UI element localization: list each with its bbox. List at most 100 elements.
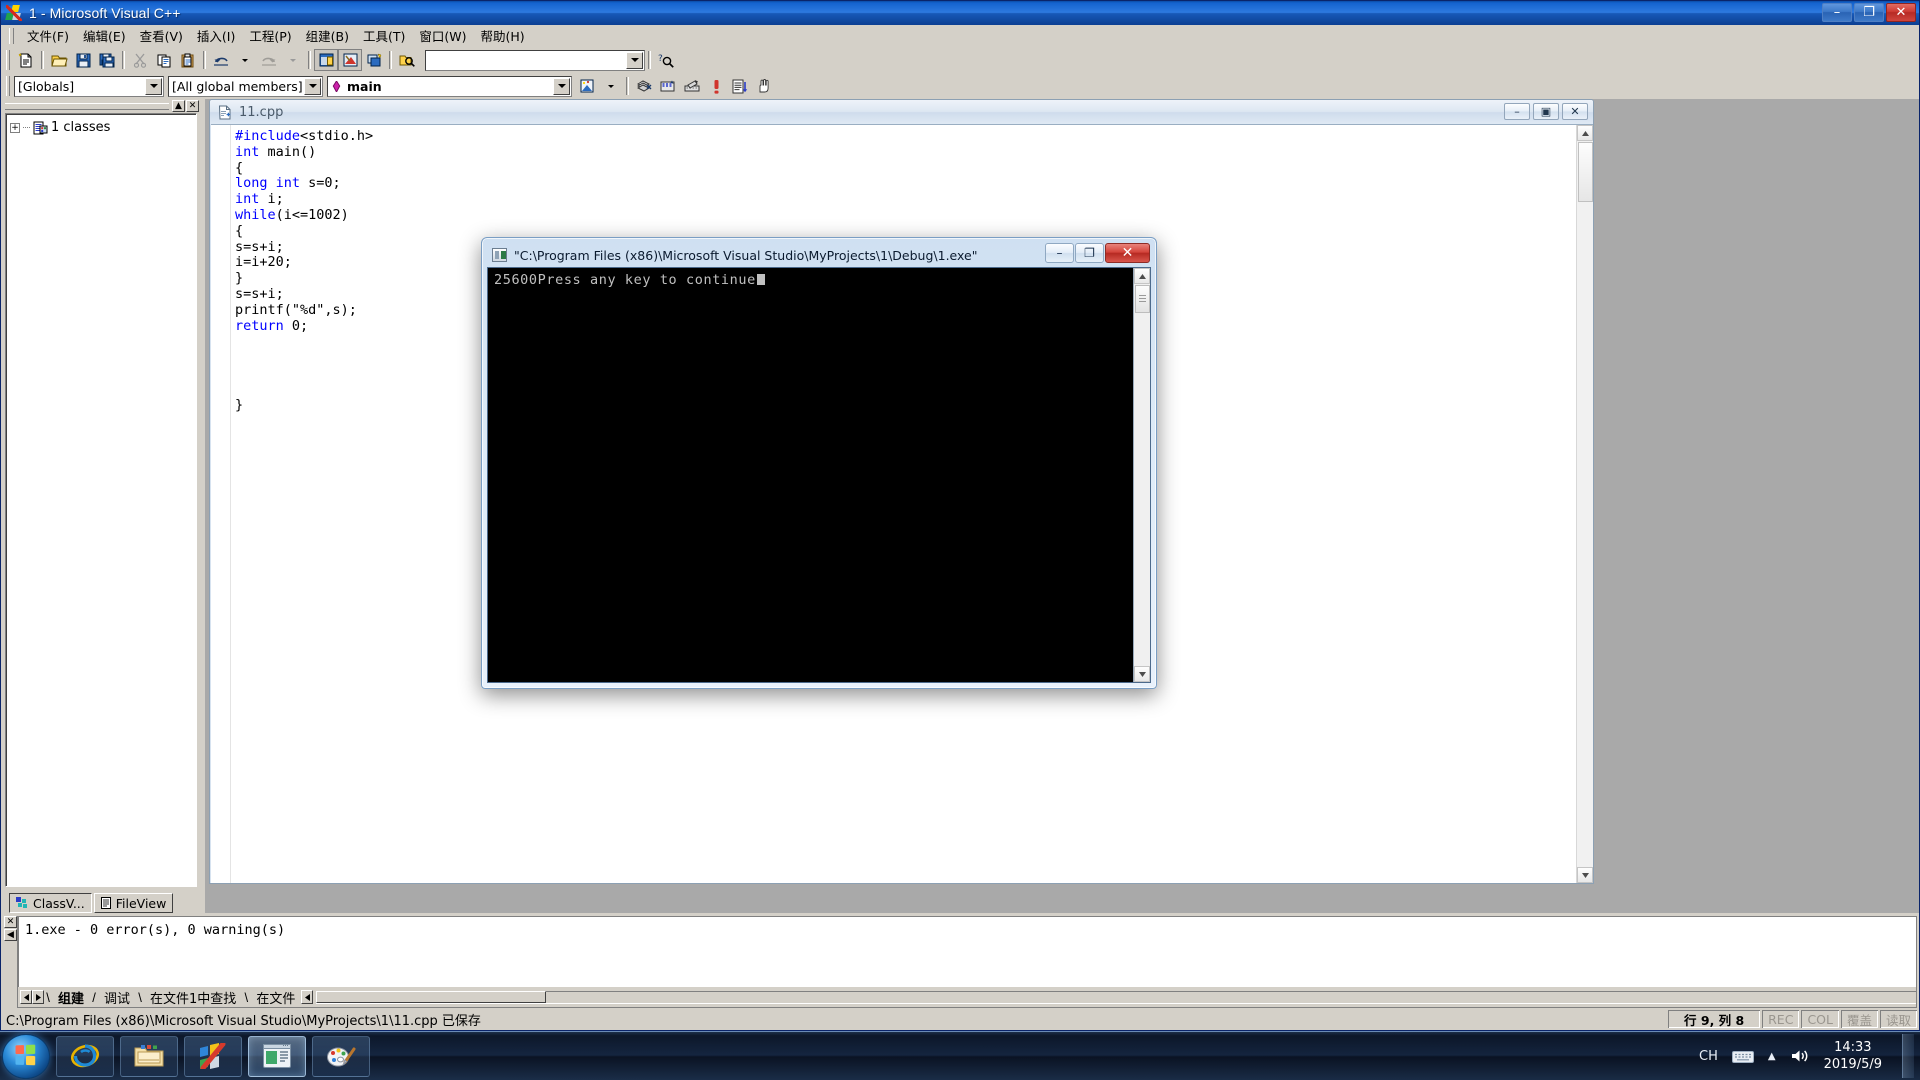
function-combo[interactable]: main [327,75,572,97]
stop-build-icon[interactable] [704,75,728,97]
open-folder-icon[interactable] [47,49,71,71]
output-tabs-scroll-left[interactable] [301,990,314,1004]
console-output-text[interactable]: 25600Press any key to continue [488,268,1133,682]
code-keyword: long int [235,175,301,192]
volume-icon[interactable] [1790,1048,1810,1064]
find-combo-arrow-icon[interactable] [626,51,643,69]
start-button[interactable] [2,1033,50,1079]
close-button[interactable]: ✕ [1886,3,1916,22]
output-tabs-next-button[interactable] [32,990,44,1004]
tree-item-classes[interactable]: + 1 classes [10,120,192,135]
workspace-collapse-button[interactable]: ▲ [172,100,185,112]
editor-close-button[interactable]: ✕ [1562,103,1588,120]
find-help-icon[interactable]: ? [654,49,678,71]
redo-icon[interactable] [257,49,281,71]
console-minimize-button[interactable]: – [1045,243,1074,263]
members-combo[interactable]: [All global members] [168,75,323,97]
redo-dropdown-icon[interactable] [281,49,305,71]
editor-vertical-scrollbar[interactable] [1576,125,1593,883]
menu-window[interactable]: 窗口(W) [412,24,473,47]
menu-help[interactable]: 帮助(H) [474,24,532,47]
execute-program-icon[interactable] [752,75,776,97]
show-hidden-icons-button[interactable]: ▲ [1768,1051,1776,1062]
editor-maximize-button[interactable]: ▣ [1533,103,1559,120]
taskbar-item-internet-explorer[interactable] [56,1035,114,1077]
menu-file[interactable]: 文件(F) [20,24,76,47]
console-window[interactable]: "C:\Program Files (x86)\Microsoft Visual… [481,237,1157,689]
find-combo[interactable] [425,49,645,71]
show-desktop-button[interactable] [1902,1034,1914,1078]
rebuild-all-icon[interactable] [680,75,704,97]
taskbar-item-paint[interactable] [312,1035,370,1077]
function-combo-arrow-icon[interactable] [553,77,570,95]
menu-insert[interactable]: 插入(I) [190,24,242,47]
wizardbar-grip[interactable] [6,76,10,96]
output-tab-debug[interactable]: 调试 [98,988,136,1007]
scope-combo-arrow-icon[interactable] [145,77,162,95]
editor-caption-bar: 11.cpp – ▣ ✕ [210,100,1593,124]
scroll-up-button[interactable] [1577,125,1593,141]
workspace-drag-bar[interactable] [5,102,169,110]
console-maximize-button[interactable]: ❐ [1075,243,1104,263]
copy-icon[interactable] [152,49,176,71]
save-icon[interactable] [71,49,95,71]
paste-icon[interactable] [176,49,200,71]
clock[interactable]: 14:33 2019/5/9 [1824,1039,1882,1073]
console-scroll-up-button[interactable] [1134,268,1150,284]
output-collapse-button[interactable]: ◀ [4,929,17,941]
class-view-tree[interactable]: + 1 classes [5,113,197,887]
undo-dropdown-icon[interactable] [233,49,257,71]
build-output-text[interactable]: 1.exe - 0 error(s), 0 warning(s) [18,917,1916,987]
build-icon[interactable] [656,75,680,97]
workspace-tab-classview[interactable]: ClassV... [9,893,92,913]
output-icon[interactable] [338,49,362,71]
menu-view[interactable]: 查看(V) [133,24,190,47]
cut-icon[interactable] [128,49,152,71]
tree-expander-icon[interactable]: + [10,122,20,133]
output-tab-find-in-files-1[interactable]: 在文件1中查找 [144,988,242,1007]
console-scroll-thumb[interactable] [1134,285,1150,313]
editor-scroll-thumb[interactable] [1577,142,1593,202]
menu-tools[interactable]: 工具(T) [356,24,412,47]
window-title: 1 - Microsoft Visual C++ [29,5,181,21]
scroll-down-button[interactable] [1577,867,1593,883]
members-combo-arrow-icon[interactable] [304,77,321,95]
output-tabs-prev-button[interactable] [20,990,32,1004]
scope-combo[interactable]: [Globals] [14,75,164,97]
menu-project[interactable]: 工程(P) [242,24,298,47]
workspace-icon[interactable] [314,49,338,71]
workspace-close-button[interactable]: ✕ [186,100,199,112]
wizardbar-dropdown-icon[interactable] [599,75,623,97]
compile-icon[interactable] [632,75,656,97]
selection-margin[interactable] [211,125,231,883]
taskbar-item-explorer[interactable] [120,1035,178,1077]
input-method-indicator[interactable]: CH [1699,1049,1718,1064]
maximize-button[interactable]: ❐ [1854,3,1884,22]
minimize-button[interactable]: – [1822,3,1852,22]
new-text-file-icon[interactable] [14,49,38,71]
output-close-button[interactable]: ✕ [4,916,17,928]
find-in-files-icon[interactable] [395,49,419,71]
output-tabs-scrollbar[interactable] [316,990,1916,1004]
workspace-tab-fileview[interactable]: FileView [93,893,174,913]
menu-edit[interactable]: 编辑(E) [76,24,133,47]
output-tab-build[interactable]: 组建 [52,988,90,1007]
batch-build-icon[interactable] [728,75,752,97]
wizardbar-actions-icon[interactable] [575,75,599,97]
output-tabs-scroll-thumb[interactable] [316,990,547,1003]
toolbar-grip[interactable] [6,50,10,70]
keyboard-icon[interactable] [1731,1049,1754,1064]
output-tab-find-in-files-2[interactable]: 在文件 [250,988,301,1007]
taskbar-item-console[interactable] [248,1035,306,1077]
editor-minimize-button[interactable]: – [1504,103,1530,120]
save-all-icon[interactable] [95,49,119,71]
workspace-tab-fileview-label: FileView [115,895,167,911]
workspace-tab-classview-label: ClassV... [33,895,85,911]
taskbar-item-visual-cpp[interactable] [184,1035,242,1077]
console-vertical-scrollbar[interactable] [1133,268,1150,682]
undo-icon[interactable] [209,49,233,71]
menu-build[interactable]: 组建(B) [299,24,356,47]
console-close-button[interactable]: ✕ [1105,243,1150,263]
window-list-icon[interactable] [362,49,386,71]
console-scroll-down-button[interactable] [1134,666,1150,682]
